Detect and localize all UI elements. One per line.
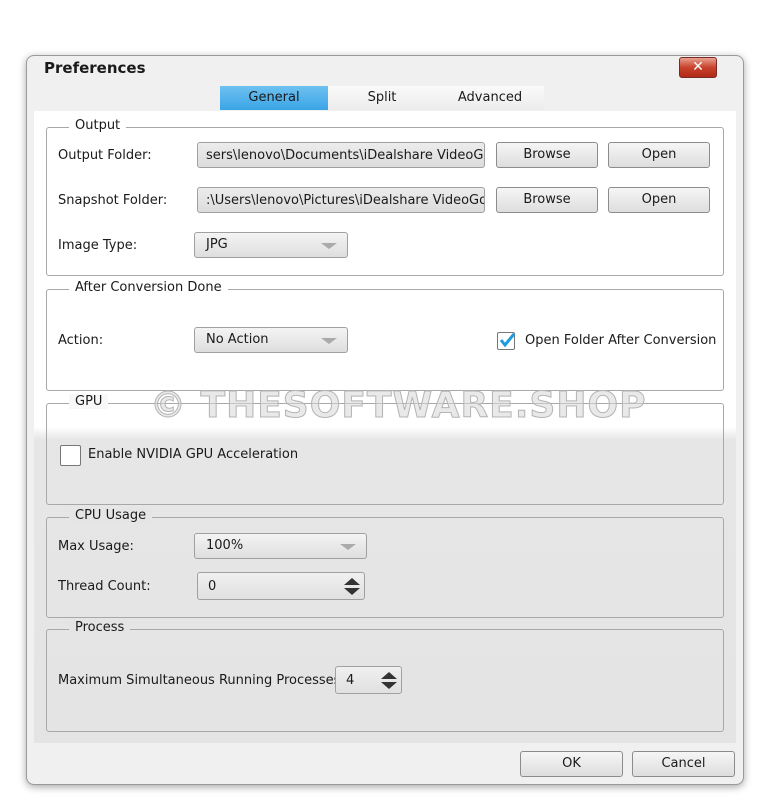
thread-count-label: Thread Count:: [58, 579, 151, 594]
after-conversion-legend: After Conversion Done: [69, 280, 228, 295]
action-value: No Action: [206, 332, 269, 347]
chevron-down-icon: [321, 243, 337, 249]
image-type-value: JPG: [206, 237, 228, 252]
thread-count-spinner[interactable]: 0: [197, 572, 365, 600]
spin-up-icon[interactable]: [344, 578, 360, 585]
tab-advanced[interactable]: Advanced: [436, 86, 544, 110]
max-usage-label: Max Usage:: [58, 539, 134, 554]
close-button[interactable]: ✕: [679, 57, 717, 78]
image-type-label: Image Type:: [58, 238, 138, 253]
dialog-title: Preferences: [44, 59, 146, 77]
gpu-legend: GPU: [69, 394, 109, 409]
enable-gpu-label[interactable]: Enable NVIDIA GPU Acceleration: [88, 447, 298, 462]
max-processes-label: Maximum Simultaneous Running Processes:: [58, 673, 345, 688]
cpu-usage-group: CPU Usage Max Usage: 100% Thread Count: …: [46, 508, 724, 618]
tab-general[interactable]: General: [220, 86, 328, 110]
output-folder-field[interactable]: sers\lenovo\Documents\iDealshare VideoGo: [197, 142, 485, 168]
max-processes-value: 4: [346, 673, 355, 688]
after-conversion-group: After Conversion Done Action: No Action …: [46, 280, 724, 391]
spin-down-icon[interactable]: [381, 682, 397, 689]
checkmark-icon: [499, 333, 515, 348]
action-label: Action:: [58, 333, 104, 348]
output-browse-button[interactable]: Browse: [496, 142, 598, 168]
spin-down-icon[interactable]: [344, 588, 360, 595]
process-group: Process Maximum Simultaneous Running Pro…: [46, 620, 724, 732]
snapshot-folder-label: Snapshot Folder:: [58, 193, 168, 208]
image-type-select[interactable]: JPG: [194, 232, 348, 258]
max-usage-select[interactable]: 100%: [194, 533, 367, 559]
preferences-dialog: Preferences ✕ General Split Advanced Out…: [26, 55, 744, 785]
cpu-usage-legend: CPU Usage: [69, 508, 153, 523]
max-processes-spinner[interactable]: 4: [335, 666, 402, 694]
output-legend: Output: [69, 118, 127, 133]
chevron-down-icon: [340, 544, 356, 550]
general-panel: Output Output Folder: sers\lenovo\Docume…: [34, 111, 736, 743]
gpu-group: GPU Enable NVIDIA GPU Acceleration: [46, 394, 724, 505]
cancel-button[interactable]: Cancel: [632, 751, 735, 777]
enable-gpu-checkbox[interactable]: [60, 445, 81, 466]
close-icon: ✕: [692, 59, 704, 75]
chevron-down-icon: [321, 338, 337, 344]
open-folder-label[interactable]: Open Folder After Conversion: [525, 333, 716, 348]
ok-button[interactable]: OK: [520, 751, 623, 777]
process-legend: Process: [69, 620, 131, 635]
action-select[interactable]: No Action: [194, 327, 348, 353]
spin-up-icon[interactable]: [381, 672, 397, 679]
snapshot-browse-button[interactable]: Browse: [496, 187, 598, 213]
output-group: Output Output Folder: sers\lenovo\Docume…: [46, 118, 724, 276]
thread-count-value: 0: [208, 579, 217, 594]
output-folder-label: Output Folder:: [58, 148, 152, 163]
tab-bar: General Split Advanced: [220, 86, 544, 110]
snapshot-open-button[interactable]: Open: [608, 187, 710, 213]
output-open-button[interactable]: Open: [608, 142, 710, 168]
open-folder-checkbox[interactable]: [497, 332, 515, 350]
tab-split[interactable]: Split: [328, 86, 436, 110]
snapshot-folder-field[interactable]: :\Users\lenovo\Pictures\iDealshare Video…: [197, 187, 485, 213]
max-usage-value: 100%: [206, 538, 244, 553]
